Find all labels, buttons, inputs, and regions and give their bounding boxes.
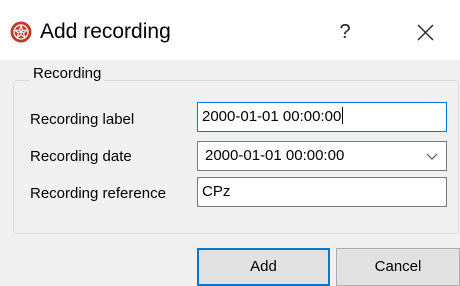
app-logo-icon xyxy=(10,21,32,43)
recording-label-input[interactable]: 2000-01-01 00:00:00 xyxy=(197,102,447,132)
chevron-down-icon xyxy=(426,153,438,160)
cancel-button[interactable]: Cancel xyxy=(336,248,460,286)
close-icon[interactable] xyxy=(402,12,448,52)
recording-label-value: 2000-01-01 00:00:00 xyxy=(202,108,342,125)
recording-label-label: Recording label xyxy=(30,111,135,128)
add-button[interactable]: Add xyxy=(197,248,330,286)
title-bar: Add recording ? xyxy=(0,0,460,60)
recording-reference-input[interactable]: CPz xyxy=(197,177,447,207)
recording-date-value: 2000-01-01 00:00:00 xyxy=(205,147,345,164)
recording-reference-value: CPz xyxy=(202,183,231,200)
recording-reference-label: Recording reference xyxy=(30,185,166,202)
text-caret xyxy=(342,107,344,124)
recording-date-select[interactable]: 2000-01-01 00:00:00 xyxy=(197,141,447,171)
help-button[interactable]: ? xyxy=(322,12,368,52)
group-title: Recording xyxy=(30,64,105,84)
window-title: Add recording xyxy=(40,20,171,43)
recording-date-label: Recording date xyxy=(30,148,132,165)
